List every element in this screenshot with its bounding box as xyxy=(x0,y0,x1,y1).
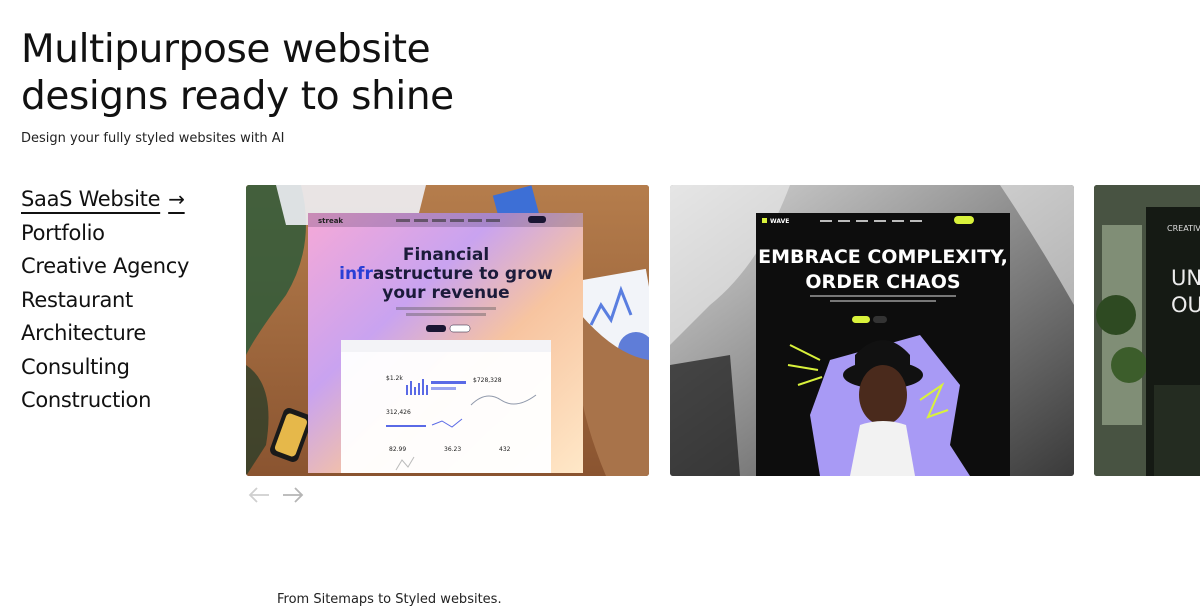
saas-brand-text: streak xyxy=(318,217,343,225)
hero-title: Multipurpose website designs ready to sh… xyxy=(21,26,454,120)
saas-headline-1: Financial xyxy=(403,245,489,265)
hero-title-line-2: designs ready to shine xyxy=(21,74,454,119)
creative-headline-2: ORDER CHAOS xyxy=(805,271,960,293)
category-item-restaurant[interactable]: Restaurant xyxy=(21,284,221,318)
saas-stat-4: 82.99 xyxy=(389,446,406,453)
architecture-brand-text: CREATIVE xyxy=(1167,224,1200,233)
category-item-construction[interactable]: Construction xyxy=(21,384,221,418)
carousel-next-button[interactable] xyxy=(282,484,304,506)
saas-stat-6: 432 xyxy=(499,446,511,453)
carousel-controls xyxy=(248,484,304,506)
template-card-architecture[interactable]: CREATIVE UN OU xyxy=(1094,185,1200,476)
category-item-consulting[interactable]: Consulting xyxy=(21,351,221,385)
architecture-headline-1: UN xyxy=(1171,266,1200,290)
category-item-saas[interactable]: SaaS Website → xyxy=(21,183,221,217)
category-item-creative-agency[interactable]: Creative Agency xyxy=(21,250,221,284)
saas-headline-highlight: infr xyxy=(339,264,373,284)
category-item-saas-link[interactable]: SaaS Website → xyxy=(21,183,185,217)
hero-subtitle: Design your fully styled websites with A… xyxy=(21,131,285,146)
saas-stat-3: 312,426 xyxy=(386,409,411,416)
creative-brand-text: WAVE xyxy=(770,218,789,225)
template-carousel: streak Financial infrastructure to grow … xyxy=(246,185,1200,476)
saas-preview-image: streak Financial infrastructure to grow … xyxy=(246,185,649,476)
category-label: SaaS Website xyxy=(21,187,161,211)
creative-headline-1: EMBRACE COMPLEXITY, xyxy=(758,246,1008,268)
saas-stat-2: $728,328 xyxy=(473,377,502,384)
footer-tagline: From Sitemaps to Styled websites. xyxy=(277,592,502,607)
saas-stat-5: 36.23 xyxy=(444,446,461,453)
arrow-right-icon: → xyxy=(168,187,185,211)
creative-preview-image: WAVE EMBRACE COMPLEXITY, ORDER CHAOS xyxy=(670,185,1074,476)
saas-stat-1: $1.2k xyxy=(386,375,403,382)
architecture-headline-2: OU xyxy=(1171,293,1200,317)
template-card-creative[interactable]: WAVE EMBRACE COMPLEXITY, ORDER CHAOS xyxy=(670,185,1074,476)
arrow-left-icon xyxy=(248,487,269,503)
category-list: SaaS Website → Portfolio Creative Agency … xyxy=(21,183,221,418)
category-item-portfolio[interactable]: Portfolio xyxy=(21,217,221,251)
hero-title-line-1: Multipurpose website xyxy=(21,27,431,72)
saas-headline-3: your revenue xyxy=(382,283,509,303)
carousel-prev-button[interactable] xyxy=(248,484,270,506)
saas-headline-2: astructure to grow xyxy=(373,264,553,284)
architecture-preview-image: CREATIVE UN OU xyxy=(1094,185,1200,476)
template-card-saas[interactable]: streak Financial infrastructure to grow … xyxy=(246,185,649,476)
category-item-architecture[interactable]: Architecture xyxy=(21,317,221,351)
arrow-right-icon xyxy=(283,487,304,503)
svg-text:infrastructure to grow: infrastructure to grow xyxy=(339,264,553,284)
